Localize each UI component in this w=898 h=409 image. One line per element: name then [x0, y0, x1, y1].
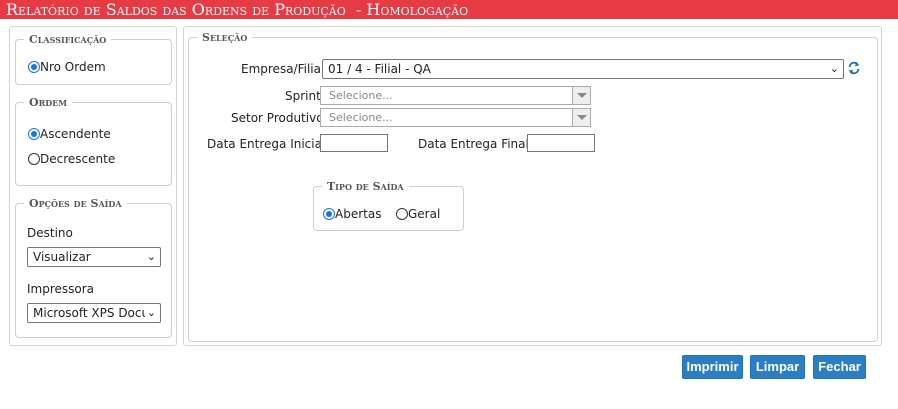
chevron-down-icon: ⌄: [829, 62, 839, 75]
right-panel: Seleção Empresa/Filial: 01 / 4 - Filial …: [183, 26, 882, 346]
radio-ascendente-dot[interactable]: [28, 128, 40, 140]
destino-label: Destino: [27, 226, 73, 240]
combo-arrow-icon[interactable]: [572, 87, 590, 104]
selecao-group: Seleção Empresa/Filial: 01 / 4 - Filial …: [188, 31, 878, 342]
ordem-legend: Ordem: [24, 96, 73, 109]
impressora-label: Impressora: [27, 282, 95, 296]
radio-abertas-dot[interactable]: [323, 208, 335, 220]
data-inicial-label: Data Entrega Inicial:: [207, 137, 330, 151]
ordem-group: Ordem Ascendente Decrescente: [15, 96, 172, 186]
opcoes-saida-group: Opções de Saída Destino Visualizar ⌄ Imp…: [15, 197, 172, 338]
tipo-saida-group: Tipo de Saída Abertas Geral: [313, 180, 464, 231]
radio-abertas[interactable]: Abertas: [323, 207, 381, 221]
left-panel: Classificação Nro Ordem Ordem Ascendente…: [9, 26, 177, 346]
limpar-button[interactable]: Limpar: [750, 355, 805, 379]
chevron-down-icon: ⌄: [144, 304, 156, 322]
radio-decrescente-dot[interactable]: [28, 153, 40, 165]
sprint-placeholder: Selecione...: [329, 89, 393, 102]
radio-geral-dot[interactable]: [396, 208, 408, 220]
empresa-select[interactable]: 01 / 4 - Filial - QA ⌄: [322, 59, 844, 79]
selecao-legend: Seleção: [197, 31, 253, 44]
impressora-value: Microsoft XPS Docur: [33, 306, 155, 320]
data-inicial-input[interactable]: [320, 134, 388, 152]
opcoes-saida-legend: Opções de Saída: [24, 197, 127, 210]
combo-arrow-icon[interactable]: [572, 109, 590, 126]
radio-ascendente[interactable]: Ascendente: [28, 127, 111, 141]
radio-decrescente-label: Decrescente: [40, 152, 116, 166]
empresa-value: 01 / 4 - Filial - QA: [328, 62, 431, 76]
data-final-input[interactable]: [527, 134, 595, 152]
destino-value: Visualizar: [33, 250, 91, 264]
empresa-label: Empresa/Filial:: [241, 62, 329, 76]
sprint-label: Sprint:: [285, 89, 325, 103]
fechar-button[interactable]: Fechar: [813, 355, 866, 379]
destino-select[interactable]: Visualizar ⌄: [27, 247, 161, 267]
radio-decrescente[interactable]: Decrescente: [28, 152, 115, 166]
impressora-select[interactable]: Microsoft XPS Docur ⌄: [27, 303, 161, 323]
setor-label: Setor Produtivo:: [231, 111, 328, 125]
radio-geral-label: Geral: [408, 207, 441, 221]
radio-nro-ordem-label: Nro Ordem: [40, 60, 106, 74]
radio-geral[interactable]: Geral: [396, 207, 440, 221]
page-title: Relatório de Saldos das Ordens de Produç…: [0, 0, 898, 19]
sprint-combo[interactable]: Selecione...: [320, 86, 591, 105]
data-final-label: Data Entrega Final:: [418, 137, 533, 151]
setor-combo[interactable]: Selecione...: [320, 108, 591, 127]
tipo-saida-legend: Tipo de Saída: [322, 180, 409, 193]
setor-placeholder: Selecione...: [329, 111, 393, 124]
chevron-down-icon: ⌄: [146, 250, 156, 263]
classificacao-group: Classificação Nro Ordem: [15, 33, 172, 85]
classificacao-legend: Classificação: [24, 33, 112, 46]
refresh-icon[interactable]: [847, 61, 861, 75]
radio-abertas-label: Abertas: [335, 207, 382, 221]
radio-nro-ordem[interactable]: Nro Ordem: [28, 60, 106, 74]
radio-nro-ordem-dot[interactable]: [28, 61, 40, 73]
radio-ascendente-label: Ascendente: [40, 127, 111, 141]
imprimir-button[interactable]: Imprimir: [682, 355, 743, 379]
